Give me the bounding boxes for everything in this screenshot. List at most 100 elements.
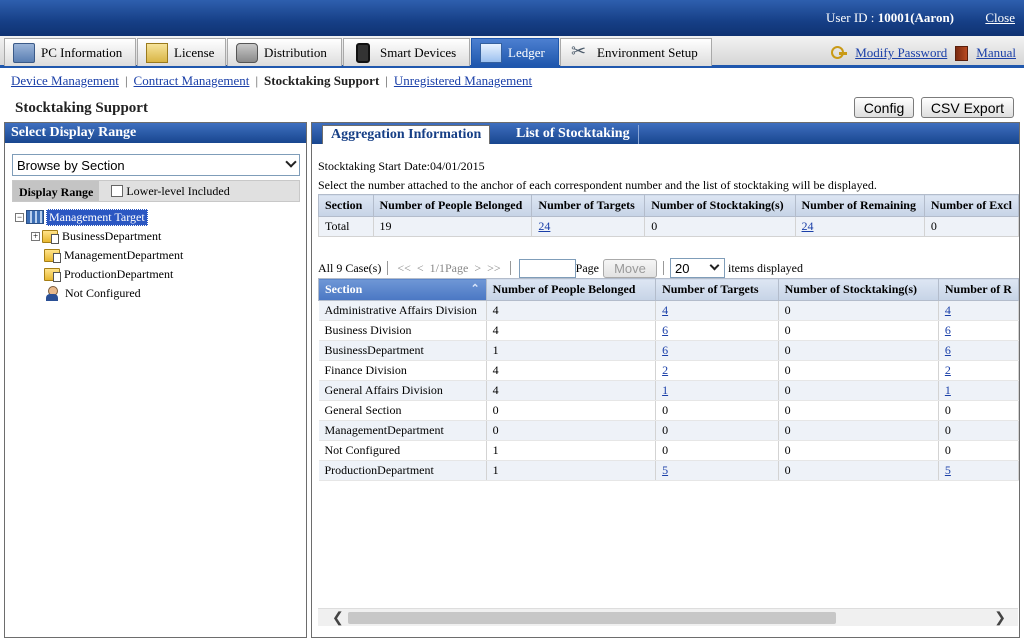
collapse-icon[interactable]: − bbox=[15, 212, 24, 222]
instruction-text: Select the number attached to the anchor… bbox=[318, 178, 877, 192]
close-link[interactable]: Close bbox=[985, 10, 1015, 26]
remaining-link[interactable]: 6 bbox=[945, 343, 951, 357]
prev-page-link[interactable]: < bbox=[417, 261, 424, 276]
contract-management-link[interactable]: Contract Management bbox=[134, 73, 250, 89]
tab-environment-setup[interactable]: Environment Setup bbox=[560, 38, 712, 66]
remaining-link[interactable]: 2 bbox=[945, 363, 951, 377]
aggregation-table: Section Number of People Belonged Number… bbox=[318, 194, 1019, 237]
column-header-section[interactable]: Section ⌃ bbox=[318, 278, 487, 301]
column-header[interactable]: Number of R bbox=[937, 278, 1019, 301]
column-header[interactable]: Number of People Belonged bbox=[485, 278, 657, 301]
csv-export-button[interactable]: CSV Export bbox=[921, 97, 1014, 118]
table-cell: 24 bbox=[794, 216, 925, 237]
scroll-left-icon[interactable]: ❮ bbox=[332, 610, 344, 627]
remaining-link[interactable]: 4 bbox=[945, 303, 951, 317]
table-cell: 0 bbox=[778, 360, 939, 381]
panel-header: Select Display Range bbox=[5, 123, 306, 143]
nav-separator: | bbox=[124, 73, 128, 88]
targets-link[interactable]: 6 bbox=[662, 323, 668, 337]
tree-node-businessdepartment[interactable]: + BusinessDepartment bbox=[31, 228, 161, 244]
tab-smart-devices[interactable]: Smart Devices bbox=[343, 38, 470, 66]
remaining-link[interactable]: 1 bbox=[945, 383, 951, 397]
table-cell: 1 bbox=[655, 380, 779, 401]
column-header: Number of Remaining bbox=[794, 194, 925, 217]
move-button[interactable]: Move bbox=[602, 258, 657, 278]
table-cell: 4 bbox=[655, 300, 779, 321]
table-cell: General Section bbox=[318, 400, 487, 421]
scroll-right-icon[interactable]: ❯ bbox=[994, 610, 1006, 627]
table-cell: 0 bbox=[486, 420, 657, 441]
sort-ascending-icon[interactable]: ⌃ bbox=[470, 282, 479, 295]
page-number-input[interactable] bbox=[518, 258, 576, 278]
column-header[interactable]: Number of Stocktaking(s) bbox=[777, 278, 939, 301]
table-cell: 1 bbox=[486, 460, 657, 481]
tab-list-of-stocktaking[interactable]: List of Stocktaking bbox=[508, 125, 639, 144]
manual-link[interactable]: Manual bbox=[976, 45, 1016, 61]
column-header[interactable]: Number of Targets bbox=[655, 278, 779, 301]
first-page-link[interactable]: << bbox=[397, 261, 411, 276]
tab-aggregation-information[interactable]: Aggregation Information bbox=[322, 125, 491, 144]
browse-by-value: Browse by Section bbox=[17, 157, 125, 173]
table-cell: 0 bbox=[938, 440, 1019, 461]
device-management-link[interactable]: Device Management bbox=[11, 73, 119, 89]
table-cell: 0 bbox=[938, 400, 1019, 421]
tab-license[interactable]: License bbox=[137, 38, 226, 66]
lower-level-checkbox[interactable] bbox=[111, 185, 124, 197]
targets-link[interactable]: 2 bbox=[662, 363, 668, 377]
targets-link[interactable]: 5 bbox=[662, 463, 668, 477]
smart-device-icon bbox=[356, 42, 370, 63]
stocktaking-start-date: Stocktaking Start Date:04/01/2015 bbox=[318, 159, 485, 173]
column-header: Number of Targets bbox=[531, 194, 646, 217]
modify-password-link[interactable]: Modify Password bbox=[855, 45, 947, 61]
table-row: Not Configured 1 0 0 0 bbox=[318, 440, 1019, 461]
remaining-link[interactable]: 5 bbox=[945, 463, 951, 477]
table-cell: 0 bbox=[655, 440, 779, 461]
tree-node-root[interactable]: − Management Target bbox=[15, 208, 148, 226]
case-count: All 9 Case(s) bbox=[318, 260, 382, 275]
tab-label: Distribution bbox=[264, 44, 327, 60]
targets-link[interactable]: 6 bbox=[662, 343, 668, 357]
divider bbox=[387, 261, 389, 275]
table-cell: 0 bbox=[778, 460, 939, 481]
table-row: Total 19 24 0 24 0 bbox=[318, 216, 1019, 237]
targets-link[interactable]: 1 bbox=[662, 383, 668, 397]
remaining-link[interactable]: 24 bbox=[802, 219, 814, 233]
table-header-row: Section ⌃ Number of People Belonged Numb… bbox=[318, 278, 1019, 301]
last-page-link[interactable]: >> bbox=[487, 261, 501, 276]
tab-pc-information[interactable]: PC Information bbox=[4, 38, 136, 66]
tab-ledger[interactable]: Ledger bbox=[471, 38, 559, 66]
table-cell: ProductionDepartment bbox=[318, 460, 487, 481]
remaining-link[interactable]: 6 bbox=[945, 323, 951, 337]
ledger-icon bbox=[480, 42, 502, 63]
scrollbar-thumb[interactable] bbox=[348, 612, 836, 624]
top-links: Modify Password Manual bbox=[831, 45, 1016, 61]
browse-by-select[interactable]: Browse by Section bbox=[12, 154, 300, 176]
tree-node-managementdepartment[interactable]: ManagementDepartment bbox=[44, 247, 183, 263]
tools-icon bbox=[569, 41, 591, 63]
table-cell: 0 bbox=[486, 400, 657, 421]
page-title: Stocktaking Support bbox=[15, 100, 148, 116]
table-cell: 4 bbox=[486, 300, 657, 321]
tree-node-not-configured[interactable]: Not Configured bbox=[45, 285, 141, 301]
tab-label: Environment Setup bbox=[597, 44, 698, 60]
table-cell: Business Division bbox=[318, 320, 487, 341]
table-cell: 24 bbox=[531, 216, 646, 237]
table-row: ManagementDepartment 0 0 0 0 bbox=[318, 420, 1019, 441]
tab-label: Smart Devices bbox=[380, 44, 457, 60]
table-row: Administrative Affairs Division 4 4 0 4 bbox=[318, 300, 1019, 321]
horizontal-scrollbar[interactable]: ❮ ❯ bbox=[318, 608, 1018, 626]
stocktaking-support-current: Stocktaking Support bbox=[264, 73, 380, 88]
tree-node-productiondepartment[interactable]: ProductionDepartment bbox=[44, 266, 173, 282]
next-page-link[interactable]: > bbox=[474, 261, 481, 276]
tab-distribution[interactable]: Distribution bbox=[227, 38, 342, 66]
unregistered-management-link[interactable]: Unregistered Management bbox=[394, 73, 532, 89]
targets-link[interactable]: 24 bbox=[538, 219, 550, 233]
config-button[interactable]: Config bbox=[854, 97, 914, 118]
expand-icon[interactable]: + bbox=[31, 231, 40, 241]
items-per-page-value: 20 bbox=[674, 261, 690, 276]
table-cell: 2 bbox=[938, 360, 1019, 381]
targets-link[interactable]: 4 bbox=[662, 303, 668, 317]
items-per-page-select[interactable]: 20 bbox=[669, 258, 725, 278]
pc-info-icon bbox=[13, 42, 35, 63]
table-cell: BusinessDepartment bbox=[318, 340, 487, 361]
